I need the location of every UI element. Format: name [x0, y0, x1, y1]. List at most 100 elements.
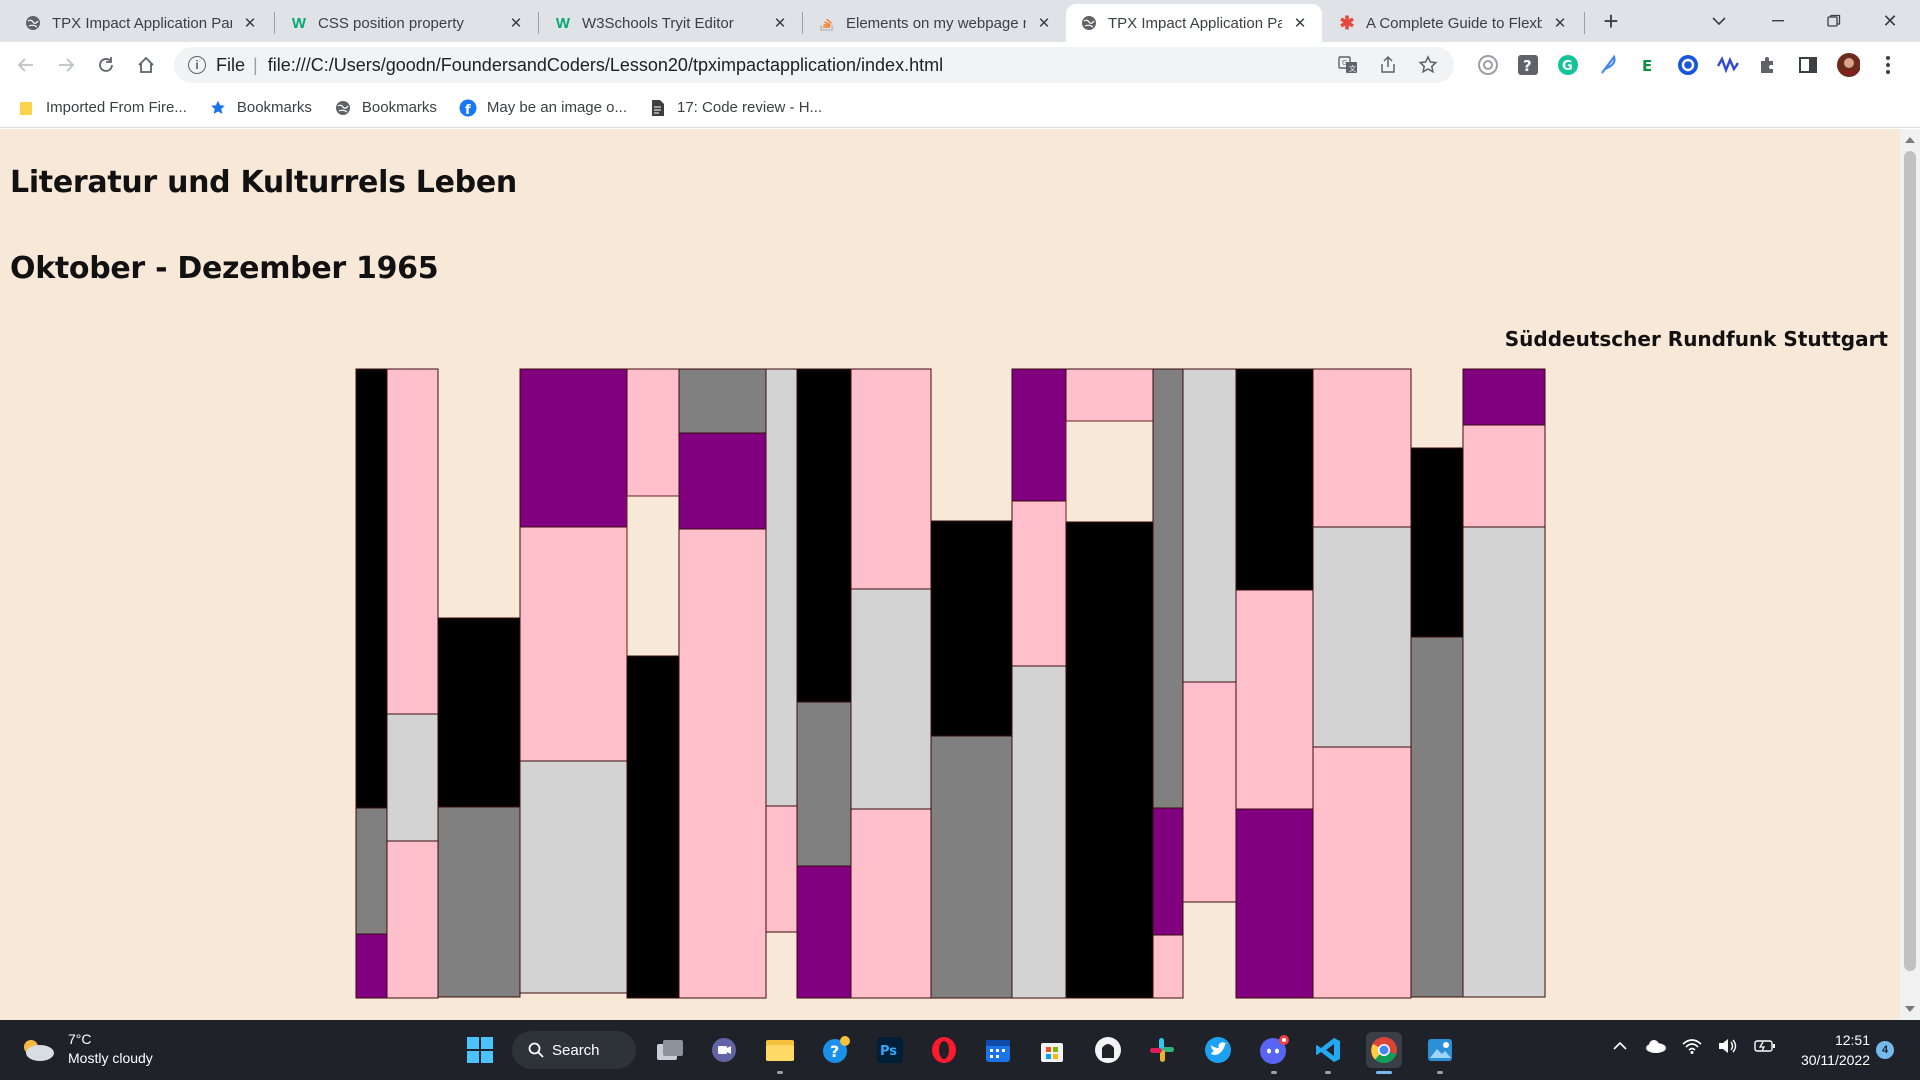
slack-icon[interactable] [1144, 1032, 1180, 1068]
grey-block [796, 701, 852, 867]
tab-tryit-editor[interactable]: W W3Schools Tryit Editor ✕ [540, 4, 802, 42]
grey-block [437, 806, 521, 998]
running-indicator [777, 1071, 783, 1074]
menu-dots-icon[interactable] [1876, 53, 1900, 77]
taskbar-search[interactable]: Search [512, 1031, 636, 1069]
close-icon[interactable]: ✕ [1290, 13, 1310, 33]
start-button[interactable] [462, 1032, 498, 1068]
restore-icon[interactable] [1814, 6, 1854, 36]
wifi-icon[interactable] [1682, 1038, 1702, 1054]
window-close-icon[interactable]: ✕ [1870, 6, 1910, 36]
extension-circle-icon[interactable] [1476, 53, 1500, 77]
get-help-icon[interactable]: ? [818, 1032, 854, 1068]
bookmark-imported-folder[interactable]: Imported From Fire... [18, 99, 187, 117]
chevron-up-icon[interactable] [1612, 1041, 1628, 1051]
pink-block [626, 368, 680, 497]
clock-date: 30/11/2022 [1800, 1052, 1870, 1068]
svg-text:?: ? [1523, 57, 1532, 75]
clock-time: 12:51 [1834, 1032, 1870, 1048]
black-block [930, 520, 1013, 737]
home-icon[interactable] [130, 49, 162, 81]
weather-widget[interactable]: 7°C Mostly cloudy [20, 1030, 153, 1068]
volume-icon[interactable] [1718, 1038, 1738, 1054]
bookmark-code-review[interactable]: 17: Code review - H... [649, 99, 822, 117]
share-icon[interactable] [1376, 53, 1400, 77]
chrome-icon[interactable] [1366, 1032, 1402, 1074]
scrollbar-thumb[interactable] [1904, 151, 1916, 971]
grey-block [1152, 368, 1184, 809]
target-extension-icon[interactable] [1676, 53, 1700, 77]
w3schools-icon: W [555, 14, 571, 32]
vscode-icon[interactable] [1310, 1032, 1346, 1074]
photoshop-icon[interactable]: Ps [872, 1032, 908, 1068]
windows-taskbar: 7°C Mostly cloudy Search ? Ps 12:51 30/1… [0, 1020, 1920, 1080]
close-icon[interactable]: ✕ [770, 13, 790, 33]
stackoverflow-icon [818, 14, 836, 32]
pink-block [765, 805, 798, 933]
svg-text:G: G [1342, 59, 1347, 67]
onedrive-cloud-icon[interactable] [1644, 1039, 1666, 1053]
close-icon[interactable]: ✕ [506, 13, 526, 33]
opera-icon[interactable] [926, 1032, 962, 1068]
tab-flexbox-guide[interactable]: ✱ A Complete Guide to Flexbo ✕ [1324, 4, 1582, 42]
grammarly-icon[interactable]: G [1556, 53, 1580, 77]
teams-chat-icon[interactable] [706, 1032, 742, 1068]
taskbar-clock[interactable]: 12:51 30/11/2022 [1792, 1030, 1870, 1070]
pink-block [850, 808, 932, 999]
forward-arrow-icon[interactable] [50, 49, 82, 81]
back-arrow-icon[interactable] [10, 49, 42, 81]
help-extension-icon[interactable]: ? [1516, 53, 1540, 77]
close-icon[interactable]: ✕ [240, 13, 260, 33]
url-text[interactable]: file:///C:/Users/goodn/FoundersandCoders… [268, 55, 943, 76]
bookmark-star-icon[interactable] [1416, 53, 1440, 77]
profile-avatar[interactable] [1836, 53, 1860, 77]
puzzle-extensions-icon[interactable] [1756, 53, 1780, 77]
reload-icon[interactable] [90, 49, 122, 81]
discord-icon[interactable] [1256, 1032, 1292, 1074]
photos-app-icon[interactable] [1422, 1032, 1458, 1074]
purple-block [519, 368, 628, 528]
bookmark-facebook[interactable]: f May be an image o... [459, 99, 627, 117]
tab-tpx-impact-active[interactable]: TPX Impact Application Part ✕ [1066, 4, 1322, 42]
notification-badge[interactable]: 4 [1876, 1041, 1894, 1059]
tab-search-chevron-icon[interactable] [1704, 6, 1734, 36]
svg-text:文: 文 [1349, 64, 1356, 73]
evernote-extension-icon[interactable]: E [1636, 53, 1660, 77]
page-scrollbar[interactable] [1900, 129, 1920, 1020]
grey-block [1410, 636, 1464, 998]
battery-icon[interactable] [1754, 1039, 1776, 1053]
task-view-icon[interactable] [652, 1032, 688, 1068]
new-tab-button[interactable]: + [1596, 6, 1626, 36]
lightgrey-block [1182, 368, 1237, 683]
tab-css-position[interactable]: W CSS position property ✕ [276, 4, 538, 42]
tab-strip: TPX Impact Application Part ✕ W CSS posi… [0, 0, 1920, 42]
close-icon[interactable]: ✕ [1034, 13, 1054, 33]
lightgrey-block [1462, 526, 1546, 998]
bookmark-bookmarks-star[interactable]: Bookmarks [209, 99, 312, 117]
calendar-icon[interactable] [980, 1032, 1016, 1068]
translate-icon[interactable]: G文 [1336, 53, 1360, 77]
globe-icon [334, 99, 352, 117]
address-bar[interactable]: i File | file:///C:/Users/goodn/Founders… [174, 47, 1454, 83]
lightgrey-block [1312, 526, 1412, 748]
scroll-up-icon[interactable] [1905, 137, 1915, 143]
minimize-icon[interactable] [1758, 6, 1798, 36]
info-icon[interactable]: i [188, 56, 206, 74]
github-desktop-icon[interactable] [1090, 1032, 1126, 1068]
tab-tpx-impact-1[interactable]: TPX Impact Application Part ✕ [10, 4, 272, 42]
tab-elements-webpage[interactable]: Elements on my webpage n ✕ [804, 4, 1066, 42]
globe-icon [24, 14, 42, 32]
close-icon[interactable]: ✕ [1550, 13, 1570, 33]
black-block [1065, 521, 1154, 999]
url-divider: | [253, 54, 258, 75]
wave-extension-icon[interactable] [1716, 53, 1740, 77]
feather-extension-icon[interactable] [1596, 53, 1620, 77]
purple-block [1235, 808, 1314, 999]
file-explorer-icon[interactable] [762, 1032, 798, 1074]
ms-store-icon[interactable] [1034, 1032, 1070, 1068]
scroll-down-icon[interactable] [1905, 1006, 1915, 1012]
bookmark-bookmarks-globe[interactable]: Bookmarks [334, 99, 437, 117]
sidepanel-icon[interactable] [1796, 53, 1820, 77]
twitter-icon[interactable] [1200, 1032, 1236, 1068]
tab-title: W3Schools Tryit Editor [582, 14, 734, 32]
